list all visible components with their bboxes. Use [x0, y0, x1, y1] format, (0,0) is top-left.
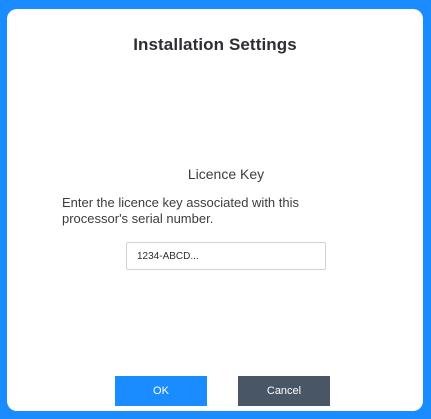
- dialog-title: Installation Settings: [133, 35, 297, 54]
- cancel-button[interactable]: Cancel: [238, 376, 330, 406]
- licence-key-input[interactable]: [126, 242, 326, 270]
- licence-key-heading: Licence Key: [187, 166, 265, 182]
- installation-settings-dialog: Installation Settings Licence Key Enter …: [7, 9, 423, 411]
- licence-key-description: Enter the licence key associated with th…: [62, 195, 300, 226]
- ok-button[interactable]: OK: [115, 376, 207, 406]
- window-frame: Installation Settings Licence Key Enter …: [0, 0, 431, 419]
